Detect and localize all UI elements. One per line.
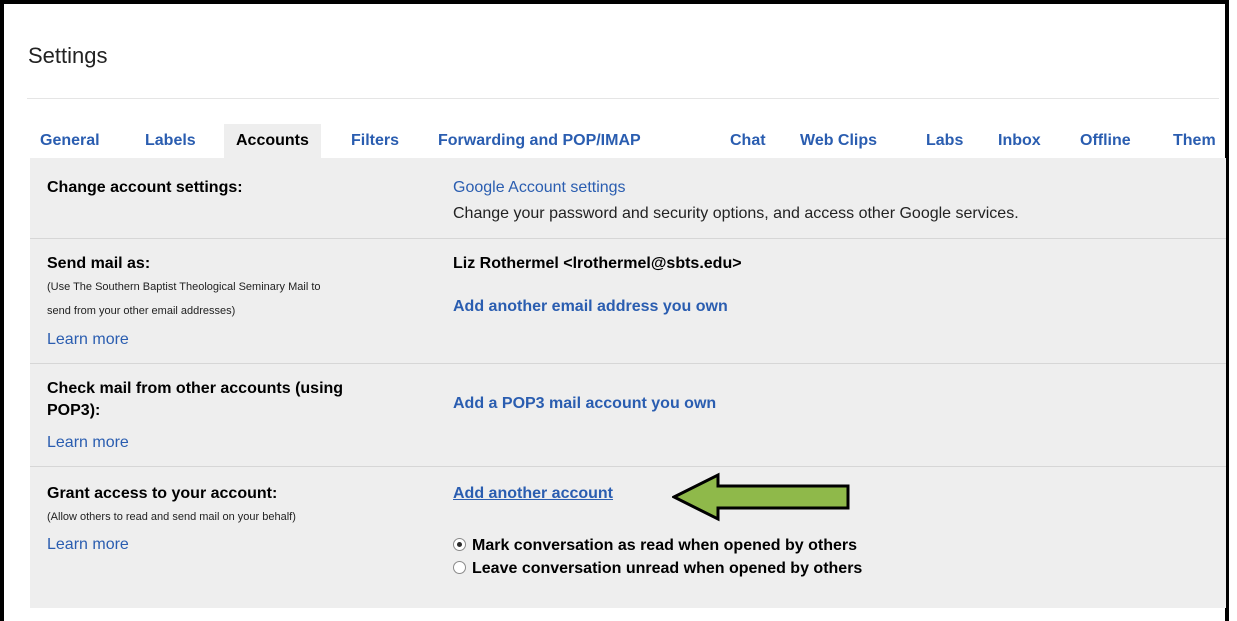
send-mail-as-note-line2: send from your other email addresses) xyxy=(47,305,236,317)
tab-offline[interactable]: Offline xyxy=(1080,124,1131,158)
tab-inbox[interactable]: Inbox xyxy=(998,124,1041,158)
title-divider xyxy=(27,98,1219,99)
tab-labs[interactable]: Labs xyxy=(926,124,963,158)
radio-unselected-icon[interactable] xyxy=(453,561,466,574)
send-mail-as-label: Send mail as: xyxy=(47,255,151,272)
check-mail-label-line2: POP3): xyxy=(47,402,101,419)
check-mail-learn-more-link[interactable]: Learn more xyxy=(47,434,129,452)
grant-access-label: Grant access to your account: xyxy=(47,485,278,502)
google-account-settings-link[interactable]: Google Account settings xyxy=(453,178,626,198)
send-mail-learn-more-link[interactable]: Learn more xyxy=(47,331,129,349)
radio-mark-read[interactable]: Mark conversation as read when opened by… xyxy=(453,535,857,557)
tab-themes[interactable]: Them xyxy=(1173,124,1216,158)
tab-general[interactable]: General xyxy=(40,124,100,158)
change-account-label: Change account settings: xyxy=(47,179,243,196)
tab-chat[interactable]: Chat xyxy=(730,124,766,158)
send-mail-as-note-line1: (Use The Southern Baptist Theological Se… xyxy=(47,281,321,293)
tab-labels[interactable]: Labels xyxy=(145,124,196,158)
add-pop3-account-link[interactable]: Add a POP3 mail account you own xyxy=(453,394,716,414)
change-account-description: Change your password and security option… xyxy=(453,205,1019,222)
section-divider xyxy=(30,363,1226,364)
tab-web-clips[interactable]: Web Clips xyxy=(800,124,877,158)
radio-selected-icon[interactable] xyxy=(453,538,466,551)
radio-leave-unread[interactable]: Leave conversation unread when opened by… xyxy=(453,558,862,580)
radio-leave-unread-label: Leave conversation unread when opened by… xyxy=(472,560,863,577)
tab-filters[interactable]: Filters xyxy=(351,124,399,158)
check-mail-label-line1: Check mail from other accounts (using xyxy=(47,380,344,397)
settings-tabs: General Labels Accounts Filters Forwardi… xyxy=(30,124,1226,158)
tab-forwarding-pop-imap[interactable]: Forwarding and POP/IMAP xyxy=(438,124,641,158)
grant-access-note: (Allow others to read and send mail on y… xyxy=(47,511,296,523)
add-another-account-link[interactable]: Add another account xyxy=(453,484,613,504)
add-email-address-link[interactable]: Add another email address you own xyxy=(453,297,728,317)
radio-mark-read-label: Mark conversation as read when opened by… xyxy=(472,537,857,554)
left-arrow-icon xyxy=(672,472,850,522)
send-mail-address: Liz Rothermel <lrothermel@sbts.edu> xyxy=(453,255,742,272)
section-divider xyxy=(30,466,1226,467)
tab-accounts[interactable]: Accounts xyxy=(224,124,321,158)
grant-access-learn-more-link[interactable]: Learn more xyxy=(47,536,129,554)
accounts-settings-panel: Change account settings: Google Account … xyxy=(30,158,1226,608)
page-title: Settings xyxy=(28,43,108,68)
section-divider xyxy=(30,238,1226,239)
